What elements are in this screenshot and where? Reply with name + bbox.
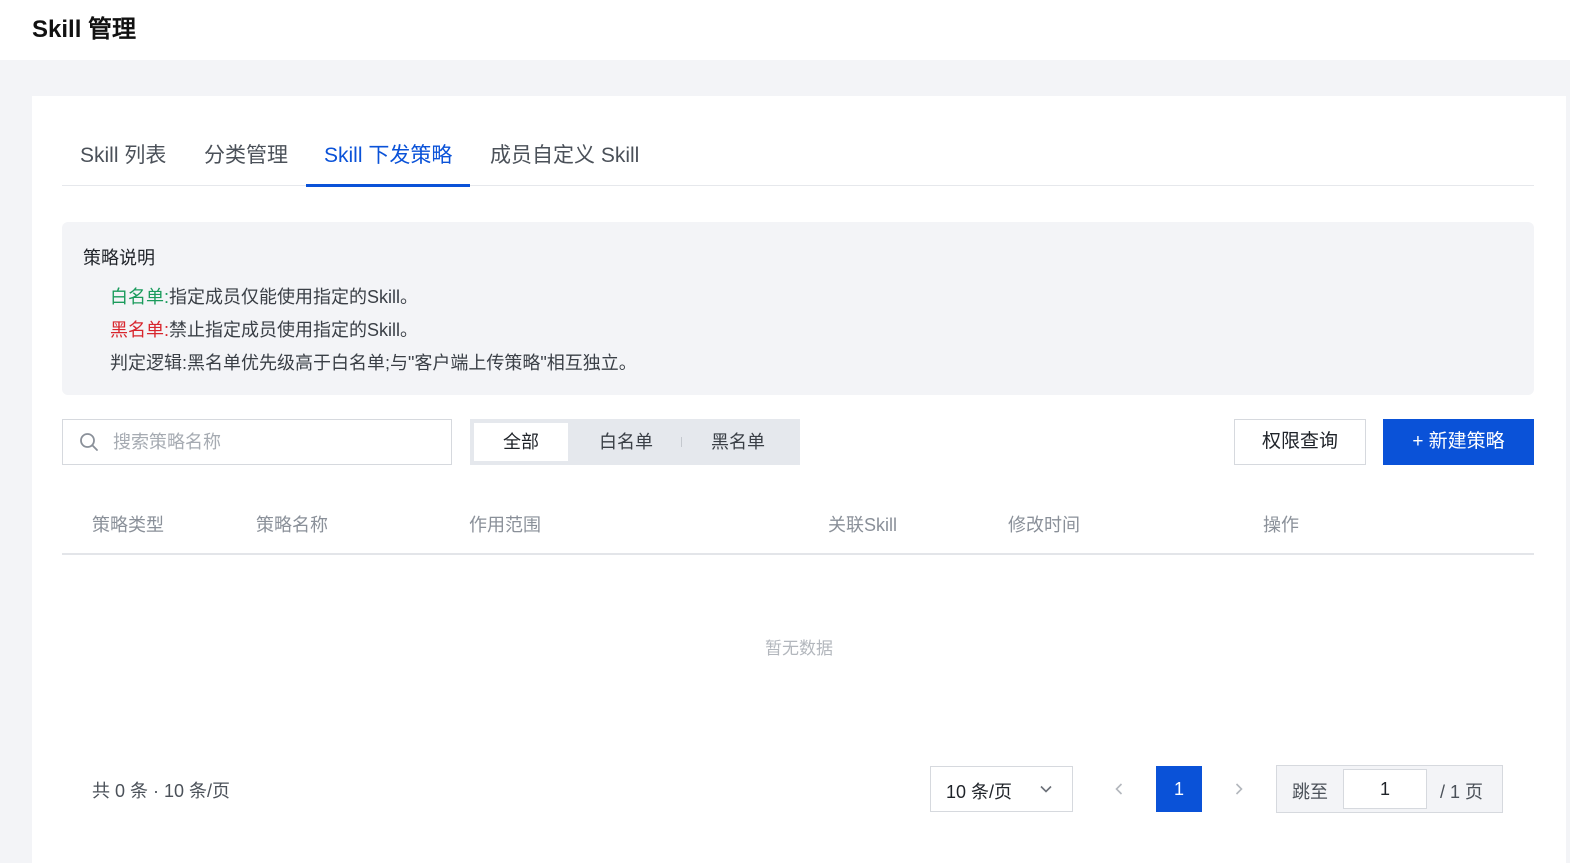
tab-skill-distribution-policy[interactable]: Skill 下发策略 <box>306 136 471 187</box>
permission-query-button[interactable]: 权限查询 <box>1234 419 1366 465</box>
chevron-right-icon[interactable] <box>1229 779 1249 799</box>
content-card: Skill 列表 分类管理 Skill 下发策略 成员自定义 Skill 策略说… <box>32 96 1566 863</box>
filter-whitelist[interactable]: 白名单 <box>576 423 676 461</box>
tab-skill-list[interactable]: Skill 列表 <box>62 136 184 186</box>
filter-all[interactable]: 全部 <box>474 423 568 461</box>
column-policy-name: 策略名称 <box>256 515 328 535</box>
whitelist-tag: 白名单: <box>110 287 170 307</box>
page-jump-input[interactable] <box>1343 769 1427 809</box>
column-actions: 操作 <box>1263 515 1299 535</box>
column-scope: 作用范围 <box>469 515 541 535</box>
page-jump: 跳至 / 1 页 <box>1276 765 1503 813</box>
page-size-value: 10 条/页 <box>946 782 1013 802</box>
blacklist-description: 黑名单:禁止指定成员使用指定的Skill。 <box>110 316 418 342</box>
search-box <box>62 419 452 465</box>
tab-member-custom-skill[interactable]: 成员自定义 Skill <box>472 136 657 186</box>
policy-description-title: 策略说明 <box>83 248 155 268</box>
policy-type-filter: 全部 白名单 黑名单 <box>470 419 800 465</box>
chevron-down-icon <box>1040 785 1052 793</box>
column-policy-type: 策略类型 <box>92 515 164 535</box>
blacklist-text: 禁止指定成员使用指定的Skill。 <box>169 320 419 340</box>
tab-category-management[interactable]: 分类管理 <box>186 136 306 186</box>
column-modified-time: 修改时间 <box>1008 515 1080 535</box>
policy-description-box: 策略说明 白名单:指定成员仅能使用指定的Skill。 黑名单:禁止指定成员使用指… <box>62 222 1534 395</box>
empty-state-text: 暂无数据 <box>765 639 833 658</box>
chevron-left-icon[interactable] <box>1109 779 1129 799</box>
total-pages: / 1 页 <box>1440 782 1484 802</box>
column-linked-skill: 关联Skill <box>828 515 898 535</box>
table-header: 策略类型 策略名称 作用范围 关联Skill 修改时间 操作 <box>62 499 1534 555</box>
tab-bar: Skill 列表 分类管理 Skill 下发策略 成员自定义 Skill <box>62 136 1534 187</box>
page-size-select[interactable]: 10 条/页 <box>930 766 1073 812</box>
logic-description: 判定逻辑:黑名单优先级高于白名单;与"客户端上传策略"相互独立。 <box>110 353 637 373</box>
pagination-total: 共 0 条 · 10 条/页 <box>92 781 231 801</box>
search-input[interactable] <box>113 428 433 456</box>
page-number-current[interactable]: 1 <box>1156 766 1202 812</box>
new-policy-button[interactable]: + 新建策略 <box>1383 419 1534 465</box>
page-title: Skill 管理 <box>32 16 137 43</box>
top-bar: Skill 管理 <box>0 0 1570 60</box>
search-icon <box>80 433 98 451</box>
whitelist-description: 白名单:指定成员仅能使用指定的Skill。 <box>110 283 418 309</box>
filter-divider <box>681 437 682 447</box>
page-jump-label: 跳至 <box>1292 782 1328 802</box>
filter-blacklist[interactable]: 黑名单 <box>688 423 788 461</box>
blacklist-tag: 黑名单: <box>110 320 170 340</box>
whitelist-text: 指定成员仅能使用指定的Skill。 <box>169 287 419 307</box>
